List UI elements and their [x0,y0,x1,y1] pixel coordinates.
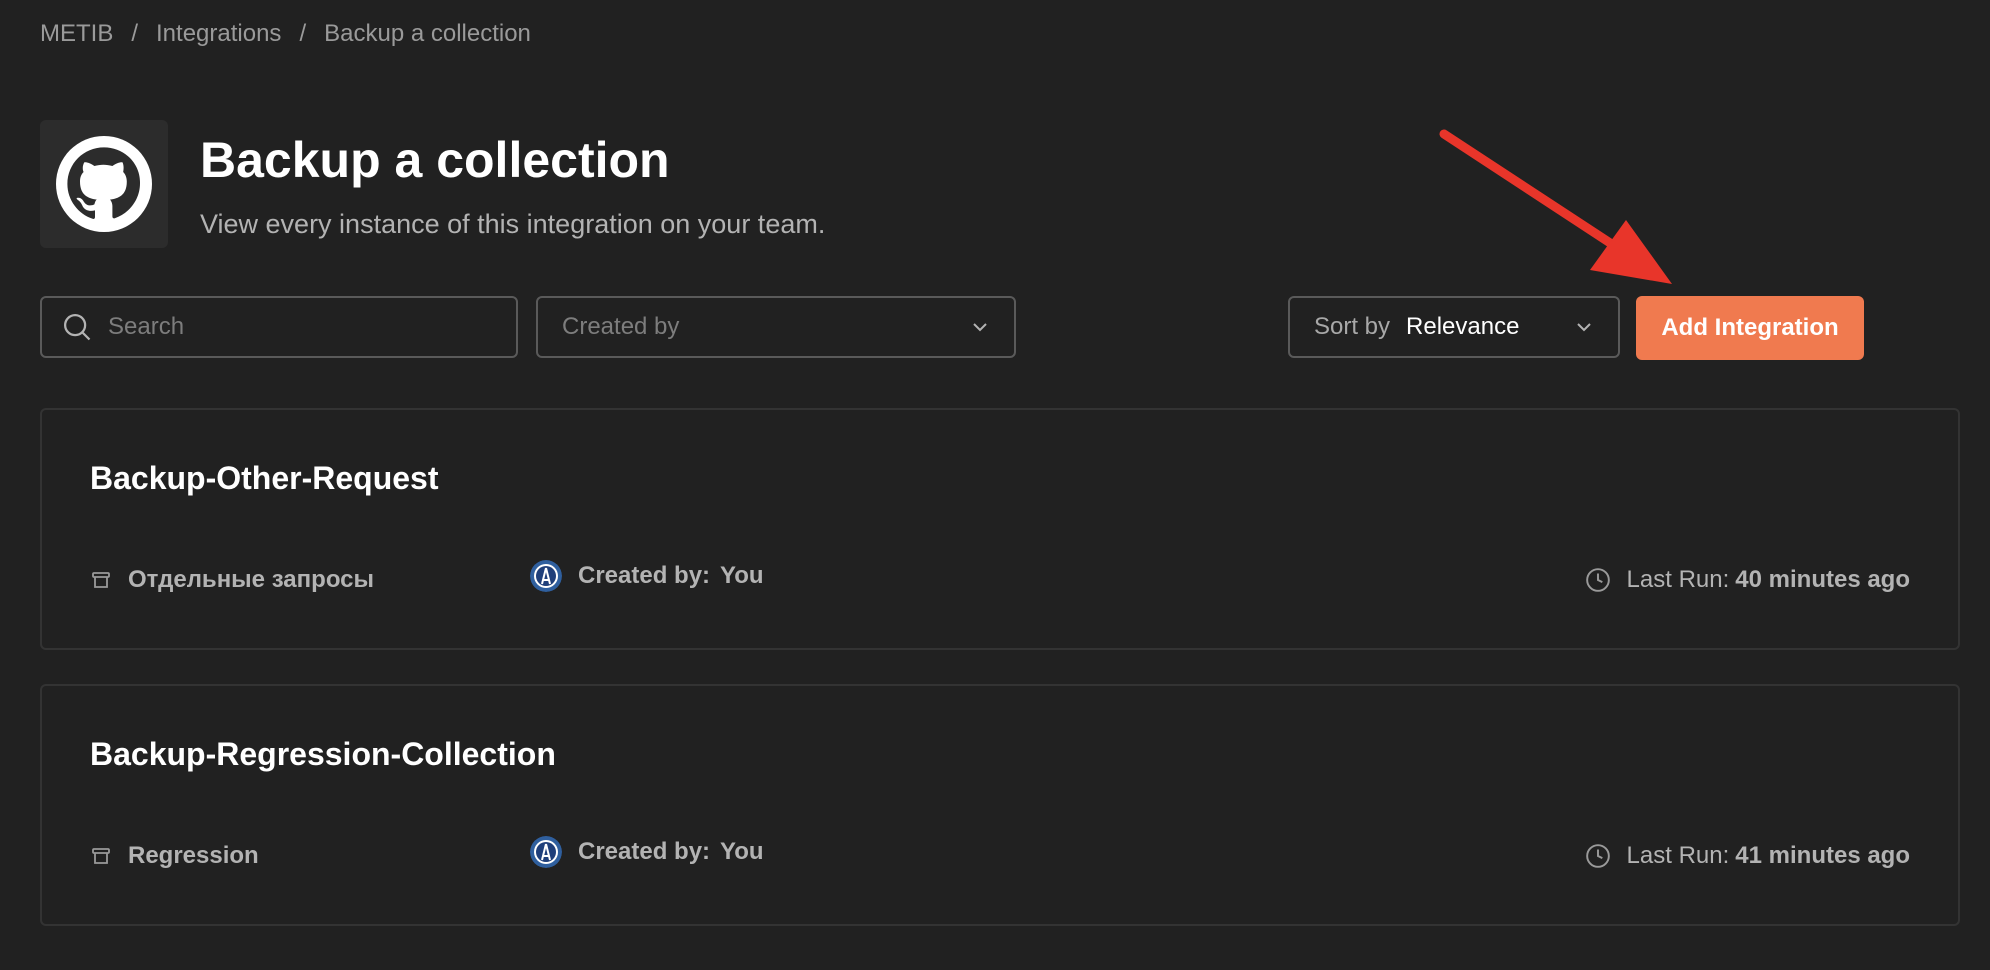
integration-instances-page: METIB / Integrations / Backup a collecti… [0,0,1990,970]
collection-name: Отдельные запросы [128,566,374,593]
breadcrumb-integrations[interactable]: Integrations [156,20,281,48]
collection-icon [90,569,112,591]
creator-info: Created by: You [530,560,764,592]
clock-icon [1585,567,1611,593]
integration-card[interactable]: Backup-Other-Request Отдельные запросы C… [40,408,1960,650]
creator-info: Created by: You [530,836,764,868]
created-by-label: Created by: [578,838,711,865]
add-integration-button[interactable]: Add Integration [1636,296,1864,360]
sort-dropdown[interactable]: Sort by Relevance [1288,296,1620,358]
collection-name: Regression [128,842,259,869]
last-run-info: Last Run: 41 minutes ago [1585,842,1910,870]
collection-icon [90,845,112,867]
avatar [530,836,562,868]
created-by-placeholder: Created by [562,313,680,340]
search-field[interactable] [40,296,518,358]
integration-name[interactable]: Backup-Other-Request [90,460,439,497]
breadcrumb-separator: / [299,20,307,47]
last-run-label: Last Run: [1626,566,1730,593]
integration-card[interactable]: Backup-Regression-Collection Regression … [40,684,1960,926]
chevron-down-icon [973,323,987,332]
page-title: Backup a collection [200,132,670,188]
integration-name[interactable]: Backup-Regression-Collection [90,736,556,773]
sort-label: Sort by [1314,313,1391,340]
last-run-value: 40 minutes ago [1735,566,1910,593]
last-run-info: Last Run: 40 minutes ago [1585,566,1910,594]
avatar [530,560,562,592]
search-icon [64,314,91,341]
clock-icon [1585,843,1611,869]
breadcrumb-workspace[interactable]: METIB [40,20,113,48]
sort-value: Relevance [1406,313,1520,340]
integration-logo [40,120,168,248]
created-by-value: You [720,562,764,589]
last-run-value: 41 minutes ago [1735,842,1910,869]
breadcrumb-separator: / [131,20,139,47]
breadcrumb: METIB / Integrations / Backup a collecti… [40,20,531,48]
created-by-label: Created by: [578,562,711,589]
collection-info: Отдельные запросы [90,566,374,594]
last-run-label: Last Run: [1626,842,1730,869]
created-by-filter[interactable]: Created by [536,296,1016,358]
red-arrow-annotation [1439,129,1672,284]
page-subtitle: View every instance of this integration … [200,209,826,239]
collection-info: Regression [90,842,259,870]
created-by-value: You [720,838,764,865]
github-icon [56,136,152,232]
breadcrumb-current: Backup a collection [324,20,531,47]
chevron-down-icon [1577,323,1591,332]
search-input[interactable] [106,312,490,342]
